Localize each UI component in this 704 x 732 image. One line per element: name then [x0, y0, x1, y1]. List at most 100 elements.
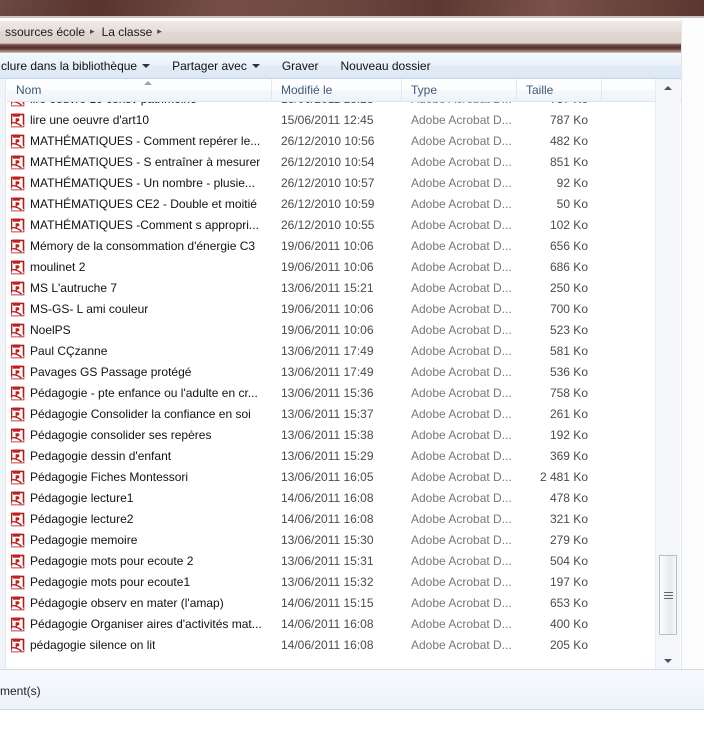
file-name-cell[interactable]: Pédagogie lecture2 — [7, 509, 272, 530]
file-name-cell[interactable]: moulinet 2 — [7, 257, 272, 278]
pdf-file-icon — [10, 155, 25, 170]
file-row[interactable]: Pédagogie observ en mater (l'amap) 14/06/… — [7, 593, 704, 614]
column-header-type[interactable]: Type — [402, 79, 517, 102]
chevron-down-icon[interactable] — [251, 63, 260, 68]
breadcrumb-separator-icon[interactable]: ▸ — [155, 27, 166, 36]
file-name-cell[interactable]: MATHÉMATIQUES CE2 - Double et moitié — [7, 194, 272, 215]
file-name-cell[interactable]: Pédagogie Organiser aires d'activités ma… — [7, 614, 272, 635]
file-row[interactable]: Paul CÇzanne 13/06/2011 17:49 Adobe Acroba… — [7, 341, 704, 362]
toolbar-button-new-folder[interactable]: Nouveau dossier — [332, 55, 440, 77]
file-row[interactable]: MATHÉMATIQUES CE2 - Double et moitié 26/1… — [7, 194, 704, 215]
file-type-cell: Adobe Acrobat D... — [411, 407, 512, 421]
file-name-cell[interactable]: MS-GS- L ami couleur — [7, 299, 272, 320]
file-row[interactable]: MATHÉMATIQUES - Comment repérer le... 26/… — [7, 131, 704, 152]
chevron-down-icon — [664, 658, 672, 663]
file-size-cell: 205 Ko — [549, 638, 588, 652]
file-name-cell[interactable]: Pédagogie consolider ses repères — [7, 425, 272, 446]
file-name-cell[interactable]: MATHÉMATIQUES - Comment repérer le... — [7, 131, 272, 152]
file-name-label: Pédagogie lecture1 — [30, 491, 134, 505]
file-name-cell[interactable]: Pavages GS Passage protégé — [7, 362, 272, 383]
file-row[interactable]: Pédagogie Consolider la confiance en soi… — [7, 404, 704, 425]
toolbar-button-include-in-library[interactable]: clure dans la bibliothèque — [0, 55, 159, 77]
file-row[interactable]: pédagogie silence on lit 14/06/2011 16:08… — [7, 635, 704, 656]
file-modified-cell: 13/06/2011 15:30 — [281, 533, 374, 547]
column-header-modified[interactable]: Modifié le — [272, 79, 402, 102]
file-name-cell[interactable]: MS L'autruche 7 — [7, 278, 272, 299]
file-row[interactable]: MS L'autruche 7 13/06/2011 15:21 Adobe Acr… — [7, 278, 704, 299]
file-row[interactable]: MS-GS- L ami couleur 19/06/2011 10:06 Adob… — [7, 299, 704, 320]
file-modified-cell: 26/12/2010 10:56 — [281, 134, 375, 148]
file-modified-cell: 13/06/2011 15:38 — [281, 428, 374, 442]
toolbar-button-burn[interactable]: Graver — [273, 55, 328, 77]
file-row[interactable]: NoelPS 19/06/2011 10:06 Adobe Acrobat D...… — [7, 320, 704, 341]
file-row[interactable]: Pédagogie Fiches Montessori 13/06/2011 16… — [7, 467, 704, 488]
navigation-pane-sliver[interactable]: ▸ ▸ ▸ ▸ ▸ — [0, 79, 6, 669]
file-name-label: Pedagogie mots pour ecoute 2 — [30, 554, 194, 568]
file-row[interactable]: lire une oeuvre d'art10 15/06/2011 12:45 A… — [7, 110, 704, 131]
chevron-up-icon — [664, 85, 672, 90]
pdf-file-icon — [10, 491, 25, 506]
file-name-cell[interactable]: Pedagogie dessin d'enfant — [7, 446, 272, 467]
breadcrumb-item-0[interactable]: ssources école — [2, 24, 88, 40]
file-row[interactable]: MATHÉMATIQUES - S entraîner à mesurer 26/… — [7, 152, 704, 173]
scroll-down-button[interactable] — [656, 652, 680, 669]
window-title-bar-strip — [0, 0, 704, 18]
column-header-name[interactable]: Nom — [7, 79, 272, 102]
file-name-label: Pédagogie Consolider la confiance en soi — [30, 407, 251, 421]
file-name-cell[interactable]: Pedagogie memoire — [7, 530, 272, 551]
column-header-extra[interactable] — [602, 79, 662, 102]
file-name-cell[interactable]: Paul CÇzanne — [7, 341, 272, 362]
file-row[interactable]: Pédagogie Organiser aires d'activités ma… — [7, 614, 704, 635]
file-row[interactable]: Pédagogie lecture2 14/06/2011 16:08 Adobe … — [7, 509, 704, 530]
nav-tree-glyph: ▸ — [0, 429, 5, 438]
file-row[interactable]: MATHÉMATIQUES -Comment s appropri... 26/1… — [7, 215, 704, 236]
file-type-cell: Adobe Acrobat D... — [411, 449, 512, 463]
scrollbar-thumb[interactable] — [659, 555, 677, 635]
file-name-cell[interactable]: NoelPS — [7, 320, 272, 341]
file-row[interactable]: Pédagogie consolider ses repères 13/06/20… — [7, 425, 704, 446]
chevron-down-icon[interactable] — [142, 63, 151, 68]
file-modified-cell: 26/12/2010 10:57 — [281, 176, 375, 190]
file-name-cell[interactable]: Pédagogie Fiches Montessori — [7, 467, 272, 488]
file-name-cell[interactable]: Mémory de la consommation d'énergie C3 — [7, 236, 272, 257]
file-row[interactable]: Pedagogie mots pour ecoute 2 13/06/2011 1… — [7, 551, 704, 572]
file-name-cell[interactable]: MATHÉMATIQUES - S entraîner à mesurer — [7, 152, 272, 173]
breadcrumb-separator-icon[interactable]: ▸ — [88, 27, 99, 36]
file-row[interactable]: moulinet 2 19/06/2011 10:06 Adobe Acrobat … — [7, 257, 704, 278]
file-name-label: Pédagogie Organiser aires d'activités ma… — [30, 617, 262, 631]
toolbar-button-share-with[interactable]: Partager avec — [163, 55, 269, 77]
file-row[interactable]: MATHÉMATIQUES - Un nombre - plusie... 26/… — [7, 173, 704, 194]
file-row[interactable]: Mémory de la consommation d'énergie C3 19… — [7, 236, 704, 257]
file-row[interactable]: Pedagogie dessin d'enfant 13/06/2011 15:2… — [7, 446, 704, 467]
scroll-up-button[interactable] — [656, 79, 680, 96]
status-item-count: ment(s) — [0, 684, 41, 698]
vertical-scrollbar[interactable] — [655, 79, 680, 669]
file-name-cell[interactable]: Pédagogie Consolider la confiance en soi — [7, 404, 272, 425]
file-name-cell[interactable]: MATHÉMATIQUES - Un nombre - plusie... — [7, 173, 272, 194]
file-type-cell: Adobe Acrobat D... — [411, 554, 512, 568]
file-name-cell[interactable]: Pédagogie lecture1 — [7, 488, 272, 509]
pdf-file-icon — [10, 449, 25, 464]
file-name-cell[interactable]: Pedagogie mots pour ecoute1 — [7, 572, 272, 593]
file-name-label: MS L'autruche 7 — [30, 281, 118, 295]
file-row[interactable]: Pédagogie - pte enfance ou l'adulte en c… — [7, 383, 704, 404]
file-row[interactable]: Pavages GS Passage protégé 13/06/2011 17:… — [7, 362, 704, 383]
file-row[interactable]: lire oeuvre 10 consv patrimoine 13/06/201… — [7, 102, 704, 110]
file-row[interactable]: Pedagogie memoire 13/06/2011 15:30 Adobe A… — [7, 530, 704, 551]
file-name-label: Pédagogie lecture2 — [30, 512, 134, 526]
file-name-label: Pédagogie - pte enfance ou l'adulte en c… — [30, 386, 258, 400]
file-name-cell[interactable]: lire oeuvre 10 consv patrimoine — [7, 102, 272, 110]
file-name-cell[interactable]: pédagogie silence on lit — [7, 635, 272, 656]
file-modified-cell: 13/06/2011 15:29 — [281, 449, 374, 463]
file-row[interactable]: Pedagogie mots pour ecoute1 13/06/2011 15… — [7, 572, 704, 593]
breadcrumb-item-1[interactable]: La classe — [99, 24, 156, 40]
file-name-cell[interactable]: Pédagogie - pte enfance ou l'adulte en c… — [7, 383, 272, 404]
file-name-cell[interactable]: lire une oeuvre d'art10 — [7, 110, 272, 131]
column-header-size[interactable]: Taille — [517, 79, 602, 102]
pdf-file-icon — [10, 344, 25, 359]
file-name-cell[interactable]: MATHÉMATIQUES -Comment s appropri... — [7, 215, 272, 236]
file-name-cell[interactable]: Pedagogie mots pour ecoute 2 — [7, 551, 272, 572]
address-bar[interactable]: ssources école ▸ La classe ▸ — [0, 20, 704, 42]
file-name-cell[interactable]: Pédagogie observ en mater (l'amap) — [7, 593, 272, 614]
file-row[interactable]: Pédagogie lecture1 14/06/2011 16:08 Adobe … — [7, 488, 704, 509]
